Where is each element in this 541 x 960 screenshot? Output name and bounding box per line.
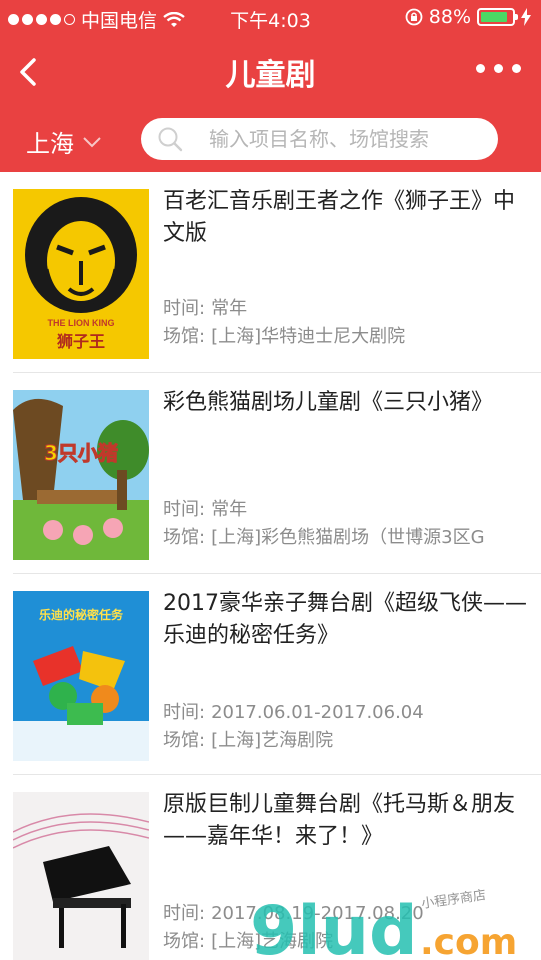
- app-header: 中国电信 下午4:03 88% 儿童剧 上海 输入项目名称、场馆搜索: [0, 0, 541, 172]
- svg-text:THE LION KING: THE LION KING: [48, 318, 115, 328]
- status-right: 88%: [405, 6, 531, 28]
- watermark-logo: 9lud .com 小程序商店: [250, 888, 517, 960]
- show-title[interactable]: 2017豪华亲子舞台剧《超级飞侠——乐迪的秘密任务》: [163, 588, 533, 652]
- list-item[interactable]: 3只小猪 彩色熊猫剧场儿童剧《三只小猪》 时间: 常年 场馆: [上海]彩色熊猫剧场…: [0, 373, 541, 574]
- show-title[interactable]: 百老汇音乐剧王者之作《狮子王》中文版: [163, 186, 533, 250]
- search-input[interactable]: [209, 124, 489, 154]
- svg-text:3只小猪: 3只小猪: [44, 441, 118, 465]
- show-title[interactable]: 原版巨制儿童舞台剧《托马斯＆朋友——嘉年华！来了！》: [163, 789, 533, 853]
- svg-text:乐迪的秘密任务: 乐迪的秘密任务: [39, 607, 124, 622]
- svg-text:狮子王: 狮子王: [56, 332, 105, 351]
- battery-icon: [477, 8, 518, 26]
- navbar: 儿童剧: [0, 40, 541, 104]
- city-label: 上海: [26, 130, 74, 158]
- show-venue: 场馆: [上海]艺海剧院: [163, 730, 334, 751]
- three-pigs-poster: 3只小猪: [13, 390, 149, 560]
- show-title[interactable]: 彩色熊猫剧场儿童剧《三只小猪》: [163, 387, 533, 419]
- list-item[interactable]: 乐迪的秘密任务 2017豪华亲子舞台剧《超级飞侠——乐迪的秘密任务》 时间: 20…: [0, 574, 541, 775]
- piano-poster: [13, 792, 149, 960]
- orientation-lock-icon: [405, 8, 423, 26]
- show-list: THE LION KING 狮子王 百老汇音乐剧王者之作《狮子王》中文版 时间:…: [0, 172, 541, 960]
- city-selector[interactable]: 上海: [26, 124, 102, 159]
- lion-poster: THE LION KING 狮子王: [13, 189, 149, 359]
- list-item[interactable]: THE LION KING 狮子王 百老汇音乐剧王者之作《狮子王》中文版 时间:…: [0, 172, 541, 373]
- search-icon: [158, 127, 183, 152]
- search-bar[interactable]: [141, 118, 498, 160]
- svg-text:9lud: 9lud: [250, 892, 418, 960]
- status-bar: 中国电信 下午4:03 88%: [0, 0, 541, 36]
- battery-percent: 88%: [428, 6, 471, 28]
- show-time: 时间: 2017.06.01-2017.06.04: [163, 702, 424, 723]
- chevron-down-icon: [83, 136, 101, 147]
- more-menu-icon[interactable]: [476, 64, 521, 73]
- svg-text:.com: .com: [420, 922, 517, 960]
- svg-text:小程序商店: 小程序商店: [420, 888, 486, 912]
- show-venue: 场馆: [上海]彩色熊猫剧场（世博源3区G: [163, 527, 485, 548]
- show-time: 时间: 常年: [163, 499, 248, 520]
- page-title: 儿童剧: [225, 58, 316, 93]
- show-time: 时间: 常年: [163, 298, 248, 319]
- show-venue: 场馆: [上海]华特迪士尼大剧院: [163, 326, 406, 347]
- super-wings-poster: 乐迪的秘密任务: [13, 591, 149, 761]
- battery-fill: [481, 12, 508, 22]
- charging-icon: [521, 8, 531, 26]
